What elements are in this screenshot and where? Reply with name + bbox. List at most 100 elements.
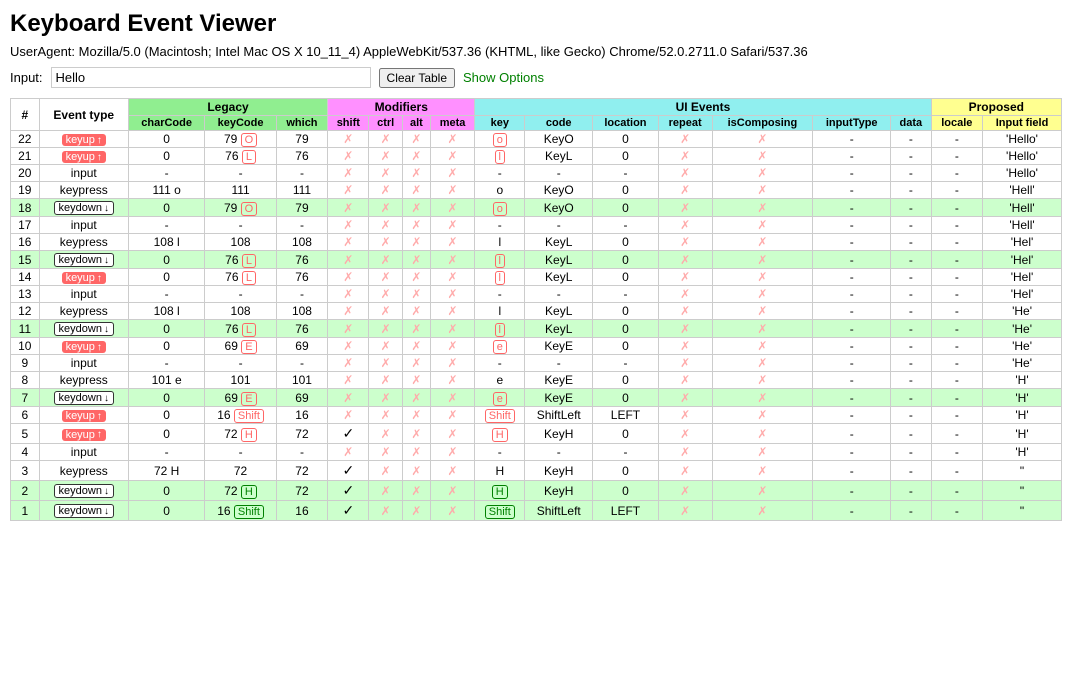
col-repeat-val: ✗ xyxy=(658,303,712,320)
col-which-val: 76 xyxy=(276,251,327,269)
col-inputtype-val: - xyxy=(813,303,891,320)
col-meta-val: ✗ xyxy=(430,320,474,338)
clear-table-button[interactable]: Clear Table xyxy=(379,68,455,88)
col-repeat-val: ✗ xyxy=(658,338,712,355)
col-ctrl-val: ✗ xyxy=(369,338,402,355)
col-charcode-val: - xyxy=(128,165,205,182)
col-alt-val: ✗ xyxy=(402,148,430,165)
col-inputtype-val: - xyxy=(813,407,891,424)
col-charcode-val: 72 H xyxy=(128,461,205,481)
col-ctrl-val: ✗ xyxy=(369,424,402,444)
col-data-val: - xyxy=(891,148,932,165)
col-key-val: - xyxy=(475,217,525,234)
col-keycode-val: - xyxy=(205,286,276,303)
col-repeat-val: ✗ xyxy=(658,199,712,217)
col-ctrl-val: ✗ xyxy=(369,199,402,217)
col-inputfield-val: 'H' xyxy=(983,389,1062,407)
col-repeat-val: ✗ xyxy=(658,131,712,148)
col-ctrl-val: ✗ xyxy=(369,461,402,481)
col-eventtype: keyup ↑ xyxy=(39,424,128,444)
col-shift: shift xyxy=(328,116,369,131)
col-data-val: - xyxy=(891,303,932,320)
col-which-val: 108 xyxy=(276,303,327,320)
col-shift-val: ✗ xyxy=(328,444,369,461)
col-code-val: KeyO xyxy=(525,182,593,199)
col-num: 8 xyxy=(11,372,40,389)
col-data-val: - xyxy=(891,217,932,234)
col-meta-val: ✗ xyxy=(430,269,474,286)
col-ctrl-val: ✗ xyxy=(369,444,402,461)
col-keycode-val: 79 O xyxy=(205,131,276,148)
col-locale-val: - xyxy=(931,148,982,165)
col-iscomposing: isComposing xyxy=(712,116,813,131)
col-code-val: KeyL xyxy=(525,148,593,165)
col-code-val: KeyE xyxy=(525,372,593,389)
col-code-val: KeyH xyxy=(525,461,593,481)
col-inputfield-val: " xyxy=(983,501,1062,521)
col-meta-val: ✗ xyxy=(430,131,474,148)
col-keycode-val: 76 L xyxy=(205,320,276,338)
col-key-val: - xyxy=(475,286,525,303)
col-iscomposing-val: ✗ xyxy=(712,251,813,269)
col-inputtype-val: - xyxy=(813,355,891,372)
col-ctrl-val: ✗ xyxy=(369,131,402,148)
col-repeat-val: ✗ xyxy=(658,444,712,461)
col-inputfield-val: 'Hell' xyxy=(983,217,1062,234)
col-which-val: 72 xyxy=(276,461,327,481)
col-which-val: 101 xyxy=(276,372,327,389)
col-which: which xyxy=(276,116,327,131)
col-key-val: l xyxy=(475,320,525,338)
col-ctrl-val: ✗ xyxy=(369,165,402,182)
col-inputfield: Input field xyxy=(983,116,1062,131)
col-key-val: - xyxy=(475,355,525,372)
col-keycode-val: 69 E xyxy=(205,338,276,355)
input-label: Input: xyxy=(10,70,43,85)
col-shift-val: ✗ xyxy=(328,303,369,320)
col-inputfield-val: 'H' xyxy=(983,424,1062,444)
col-locale-val: - xyxy=(931,303,982,320)
col-num: 2 xyxy=(11,481,40,501)
col-keycode-val: 108 xyxy=(205,303,276,320)
col-code-val: KeyH xyxy=(525,481,593,501)
col-num: 11 xyxy=(11,320,40,338)
col-location-val: 0 xyxy=(593,461,659,481)
col-eventtype: input xyxy=(39,286,128,303)
col-key-val: - xyxy=(475,165,525,182)
col-which-val: 108 xyxy=(276,234,327,251)
col-inputtype-val: - xyxy=(813,217,891,234)
col-key-val: - xyxy=(475,444,525,461)
col-repeat-val: ✗ xyxy=(658,269,712,286)
col-num: 22 xyxy=(11,131,40,148)
main-input[interactable] xyxy=(51,67,371,88)
col-inputtype-val: - xyxy=(813,131,891,148)
col-location-val: - xyxy=(593,165,659,182)
col-which-val: - xyxy=(276,355,327,372)
col-locale-val: - xyxy=(931,372,982,389)
col-data-val: - xyxy=(891,234,932,251)
col-shift-val: ✗ xyxy=(328,182,369,199)
col-num: 17 xyxy=(11,217,40,234)
col-charcode-val: - xyxy=(128,355,205,372)
col-code-val: KeyE xyxy=(525,338,593,355)
col-eventtype: input xyxy=(39,355,128,372)
col-ctrl-val: ✗ xyxy=(369,234,402,251)
col-code-val: - xyxy=(525,165,593,182)
col-eventtype: keypress xyxy=(39,372,128,389)
col-inputfield-val: " xyxy=(983,461,1062,481)
col-code-val: - xyxy=(525,355,593,372)
col-eventtype: input xyxy=(39,217,128,234)
col-inputfield-val: 'Hel' xyxy=(983,234,1062,251)
col-shift-val: ✓ xyxy=(328,424,369,444)
col-locale-val: - xyxy=(931,461,982,481)
col-alt-val: ✗ xyxy=(402,320,430,338)
col-data-val: - xyxy=(891,501,932,521)
show-options-link[interactable]: Show Options xyxy=(463,70,544,85)
col-locale-val: - xyxy=(931,234,982,251)
col-charcode-val: 0 xyxy=(128,407,205,424)
group-header-legacy: Legacy xyxy=(128,99,327,116)
col-meta-val: ✗ xyxy=(430,148,474,165)
col-location-val: LEFT xyxy=(593,407,659,424)
col-which-val: 69 xyxy=(276,338,327,355)
col-inputtype-val: - xyxy=(813,338,891,355)
col-iscomposing-val: ✗ xyxy=(712,481,813,501)
